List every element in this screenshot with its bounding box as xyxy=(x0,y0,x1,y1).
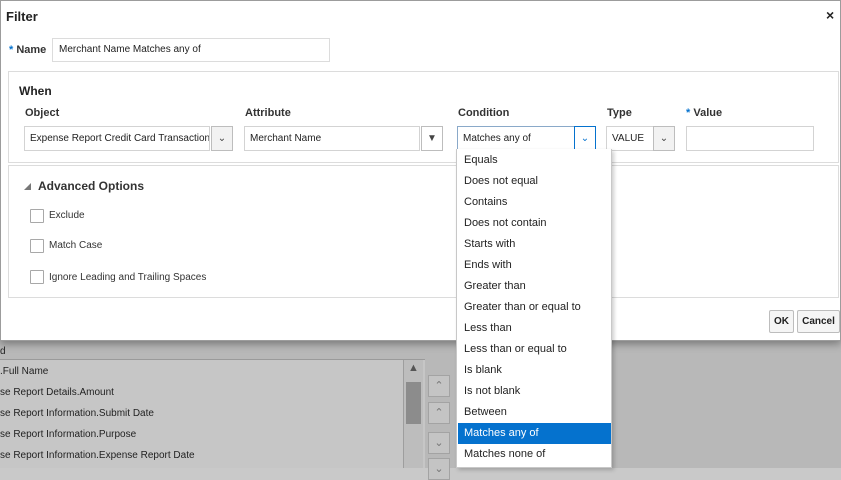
chevron-down-icon[interactable]: ⌄ xyxy=(574,126,596,151)
move-down-icon: ⌄ xyxy=(428,432,450,454)
attribute-select[interactable]: Merchant Name xyxy=(244,126,420,151)
attribute-label: Attribute xyxy=(245,107,291,119)
when-section: When Object Attribute Condition Type * V… xyxy=(8,71,839,163)
condition-option[interactable]: Equals xyxy=(458,150,611,171)
chevron-down-icon[interactable]: ⌄ xyxy=(211,126,233,151)
dialog-title: Filter xyxy=(6,9,38,24)
when-title: When xyxy=(19,84,52,98)
ignore-spaces-checkbox[interactable] xyxy=(30,270,44,284)
list-item: se Report Information.Submit Date xyxy=(0,408,154,419)
name-label-text: Name xyxy=(16,44,47,56)
condition-select[interactable]: Matches any of xyxy=(457,126,575,151)
condition-option[interactable]: Contains xyxy=(458,192,611,213)
ignore-spaces-label: Ignore Leading and Trailing Spaces xyxy=(49,272,207,283)
name-label: * Name xyxy=(9,44,46,56)
name-input[interactable]: Merchant Name Matches any of xyxy=(52,38,330,62)
list-item: se Report Information.Expense Report Dat… xyxy=(0,450,195,461)
condition-option[interactable]: Does not contain xyxy=(458,213,611,234)
condition-option[interactable]: Is blank xyxy=(458,360,611,381)
collapse-triangle-icon xyxy=(24,183,31,190)
advanced-options-title: Advanced Options xyxy=(38,179,145,193)
condition-option[interactable]: Ends with xyxy=(458,255,611,276)
ok-button[interactable]: OK xyxy=(769,310,794,333)
condition-option[interactable]: Between xyxy=(458,402,611,423)
match-case-label: Match Case xyxy=(49,240,103,251)
condition-option[interactable]: Greater than xyxy=(458,276,611,297)
exclude-label: Exclude xyxy=(49,210,85,221)
condition-option[interactable]: Is not blank xyxy=(458,381,611,402)
list-item: se Report Details.Amount xyxy=(0,387,114,398)
condition-dropdown-list: Equals Does not equal Contains Does not … xyxy=(456,149,612,468)
value-input[interactable] xyxy=(686,126,814,151)
condition-option[interactable]: Less than xyxy=(458,318,611,339)
type-select[interactable]: VALUE xyxy=(606,126,654,151)
background-attribute-list: .Full Name se Report Details.Amount se R… xyxy=(0,359,425,468)
object-label: Object xyxy=(25,107,60,119)
value-label-text: Value xyxy=(693,107,723,119)
required-icon: * xyxy=(9,44,14,56)
move-top-icon: ⌃ xyxy=(428,402,450,424)
scroll-thumb xyxy=(406,382,421,424)
object-select[interactable]: Expense Report Credit Card Transaction xyxy=(24,126,210,151)
value-label: * Value xyxy=(686,107,722,119)
dropdown-arrow-icon[interactable]: ▼ xyxy=(421,126,443,151)
exclude-checkbox[interactable] xyxy=(30,209,44,223)
condition-option[interactable]: Greater than or equal to xyxy=(458,297,611,318)
close-icon[interactable]: × xyxy=(826,7,834,23)
move-up-icon: ⌃ xyxy=(428,375,450,397)
condition-option-selected[interactable]: Matches any of xyxy=(458,423,611,444)
condition-option[interactable]: Matches none of xyxy=(458,444,611,465)
cancel-button[interactable]: Cancel xyxy=(797,310,840,333)
chevron-down-icon[interactable]: ⌄ xyxy=(653,126,675,151)
background-scrollbar: ▲ xyxy=(403,360,423,468)
background-column-label: d xyxy=(0,346,6,357)
condition-option[interactable]: Does not equal xyxy=(458,171,611,192)
move-bottom-icon: ⌄ xyxy=(428,458,450,480)
scroll-up-icon: ▲ xyxy=(408,362,419,374)
match-case-checkbox[interactable] xyxy=(30,239,44,253)
advanced-options-section: Advanced Options Exclude Match Case Igno… xyxy=(8,165,839,298)
required-icon: * xyxy=(686,107,691,119)
list-item: se Report Information.Purpose xyxy=(0,429,137,440)
list-item: .Full Name xyxy=(0,366,49,377)
advanced-options-toggle[interactable]: Advanced Options xyxy=(24,179,144,193)
condition-option[interactable]: Starts with xyxy=(458,234,611,255)
condition-option[interactable]: Less than or equal to xyxy=(458,339,611,360)
filter-dialog: Filter × * Name Merchant Name Matches an… xyxy=(0,0,841,341)
condition-label: Condition xyxy=(458,107,510,119)
type-label: Type xyxy=(607,107,632,119)
